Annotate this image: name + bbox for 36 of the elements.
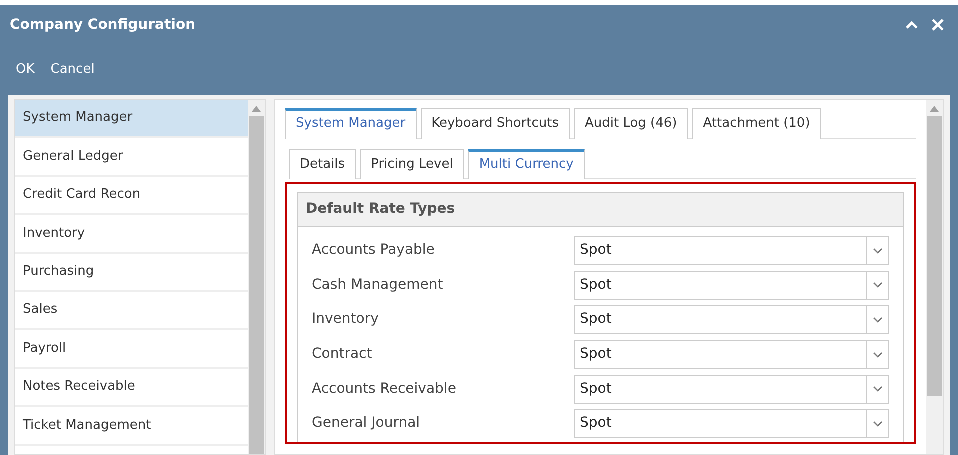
field-label: Cash Management: [312, 276, 444, 295]
sidebar-item[interactable]: System Manager: [15, 100, 248, 138]
field-label: Accounts Payable: [312, 241, 436, 260]
chevron-down-icon: [872, 420, 882, 427]
tab[interactable]: System Manager: [285, 108, 417, 138]
scrollbar[interactable]: [926, 100, 943, 454]
tab[interactable]: Pricing Level: [360, 148, 464, 179]
toolbar-button[interactable]: Cancel: [44, 58, 101, 82]
scroll-up-icon: [252, 106, 261, 112]
rate-type-dropdown[interactable]: Spot: [574, 236, 889, 266]
field-label: Contract: [312, 345, 374, 364]
tab[interactable]: Audit Log (46): [574, 108, 688, 138]
tab[interactable]: Keyboard Shortcuts: [420, 108, 570, 138]
scrollbar[interactable]: [248, 100, 265, 454]
chevron-down-icon: [872, 386, 882, 392]
chevron-down-icon: [872, 282, 882, 288]
tab[interactable]: Attachment (10): [692, 108, 822, 138]
rate-type-dropdown[interactable]: Spot: [574, 305, 889, 334]
field-label: General Journal: [312, 414, 422, 434]
toolbar-button[interactable]: OK: [10, 58, 41, 82]
chevron-down-icon: [872, 316, 882, 323]
tab[interactable]: Multi Currency: [468, 148, 585, 179]
window-title: Company Configuration: [10, 16, 196, 34]
rate-type-dropdown[interactable]: Spot: [574, 270, 889, 300]
panel-title: Default Rate Types: [298, 193, 903, 227]
rate-type-dropdown[interactable]: Spot: [574, 374, 889, 404]
scroll-up-icon: [930, 106, 939, 112]
rate-type-dropdown[interactable]: Spot: [574, 340, 889, 370]
close-icon: [932, 18, 944, 31]
field-label: Accounts Receivable: [312, 380, 458, 399]
chevron-down-icon: [872, 352, 882, 358]
rate-type-dropdown[interactable]: Spot: [574, 409, 889, 438]
chevron-up-icon: [906, 20, 918, 29]
tab[interactable]: Details: [289, 148, 356, 179]
field-label: Inventory: [312, 310, 380, 330]
chevron-down-icon: [872, 248, 882, 254]
